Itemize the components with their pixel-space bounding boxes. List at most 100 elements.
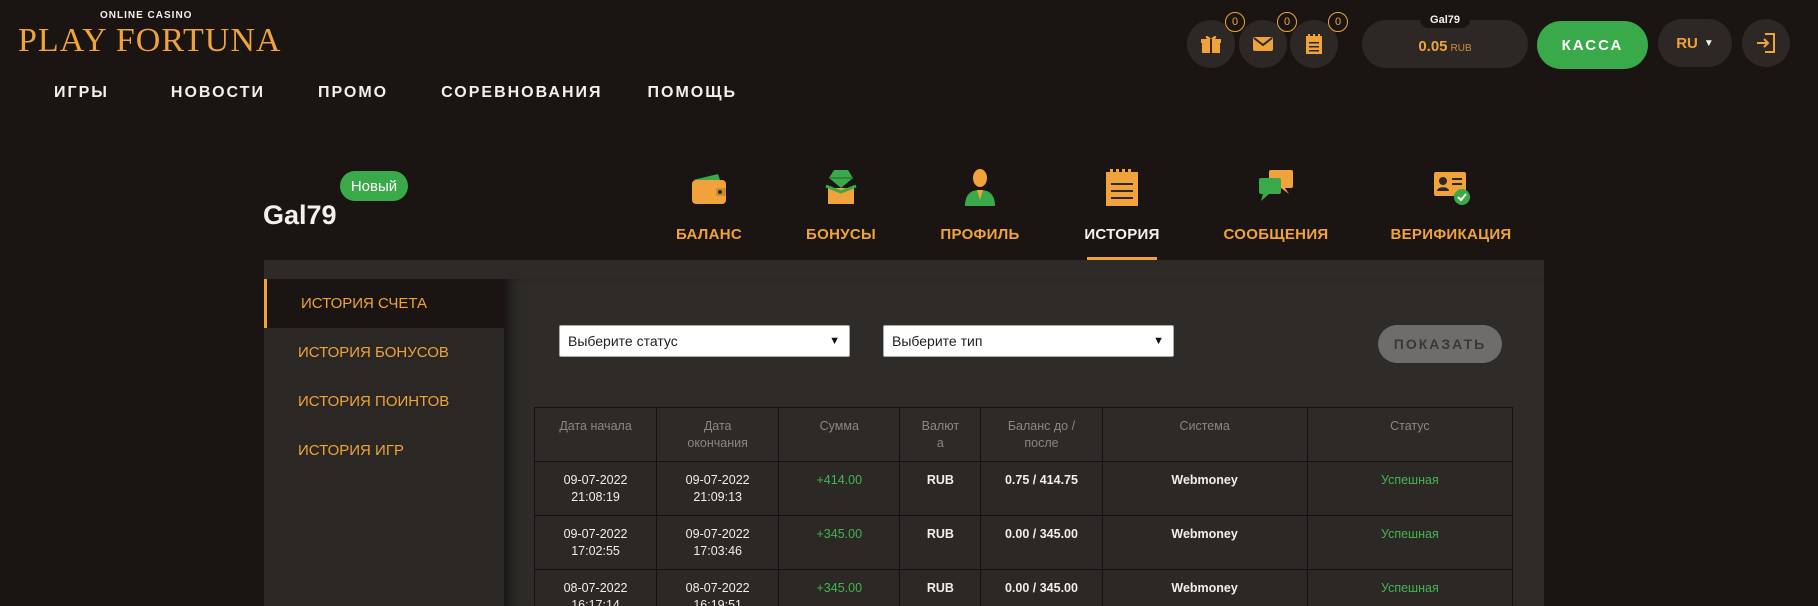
nav-item-competitions[interactable]: СОРЕВНОВАНИЯ <box>441 84 602 102</box>
table-row: 08-07-2022 16:17:14 08-07-2022 16:19:51 … <box>533 569 1514 606</box>
cell-end-date-value: 09-07-2022 17:03:46 <box>685 527 750 558</box>
logout-button[interactable] <box>1742 19 1790 67</box>
nav-item-news[interactable]: НОВОСТИ <box>171 84 265 102</box>
cell-start-date: 09-07-2022 21:08:19 <box>533 461 658 516</box>
wallet-icon <box>692 174 726 204</box>
balance-value: 0.05 <box>1418 38 1448 55</box>
type-select[interactable]: Выберите тип ▼ <box>883 325 1174 357</box>
tab-balance-label: БАЛАНС <box>675 226 743 243</box>
envelope-icon <box>1253 37 1273 51</box>
table-row: 09-07-2022 17:02:55 09-07-2022 17:03:46 … <box>533 515 1514 570</box>
language-value: RU <box>1676 34 1698 52</box>
cell-end-date: 08-07-2022 16:19:51 <box>656 569 780 606</box>
type-select-value: Выберите тип <box>892 333 983 349</box>
col-currency-label: Валюта <box>921 419 960 450</box>
nav-item-help[interactable]: ПОМОЩЬ <box>648 84 738 102</box>
profile-username: Gal79 <box>263 200 337 230</box>
tab-balance[interactable]: БАЛАНС <box>675 166 743 260</box>
col-end-date: Дата окончания <box>656 407 780 462</box>
cell-status: Успешная <box>1306 515 1514 570</box>
cell-currency: RUB <box>899 515 982 570</box>
tab-history-label: ИСТОРИЯ <box>1084 226 1160 243</box>
tab-verification[interactable]: ВЕРИФИКАЦИЯ <box>1391 166 1511 260</box>
col-amount: Сумма <box>778 407 901 462</box>
cell-start-date-value: 08-07-2022 16:17:14 <box>563 581 628 606</box>
tab-bonuses-label: БОНУСЫ <box>806 226 876 243</box>
table-header-row: Дата начала Дата окончания Сумма Валюта … <box>533 407 1514 462</box>
col-currency: Валюта <box>899 407 982 462</box>
sidebar-item-games-history[interactable]: ИСТОРИЯ ИГР <box>264 426 504 475</box>
balance-amount: 0.05 RUB <box>1362 38 1528 55</box>
history-content: ИСТОРИЯ СЧЕТА ИСТОРИЯ БОНУСОВ ИСТОРИЯ ПО… <box>264 260 1544 606</box>
history-sidebar: ИСТОРИЯ СЧЕТА ИСТОРИЯ БОНУСОВ ИСТОРИЯ ПО… <box>264 279 504 606</box>
col-balance: Баланс до / после <box>980 407 1103 462</box>
balance-username: Gal79 <box>1420 12 1470 28</box>
tab-messages[interactable]: СООБЩЕНИЯ <box>1224 166 1328 260</box>
tab-messages-label: СООБЩЕНИЯ <box>1223 226 1329 243</box>
cell-system: Webmoney <box>1101 569 1308 606</box>
cell-amount: +345.00 <box>778 569 901 606</box>
col-status: Статус <box>1306 407 1514 462</box>
tab-bonuses[interactable]: БОНУСЫ <box>806 166 876 260</box>
logout-icon <box>1757 33 1775 53</box>
nav-item-promo[interactable]: ПРОМО <box>318 84 388 102</box>
caret-down-icon: ▼ <box>1703 37 1714 49</box>
messages-button[interactable]: 0 <box>1239 12 1297 68</box>
dropdown-arrow-icon: ▼ <box>1153 335 1164 347</box>
cell-status: Успешная <box>1306 569 1514 606</box>
cell-amount: +345.00 <box>778 515 901 570</box>
cell-start-date-value: 09-07-2022 21:08:19 <box>563 473 628 504</box>
id-card-check-icon <box>1434 172 1470 205</box>
tab-profile-label: ПРОФИЛЬ <box>940 226 1020 243</box>
col-system: Система <box>1101 407 1308 462</box>
cell-balance: 0.75 / 414.75 <box>980 461 1103 516</box>
logo[interactable]: ONLINE CASINO PLAY FORTUNA <box>18 8 280 66</box>
user-icon <box>965 169 995 206</box>
notepad-icon <box>1306 34 1322 54</box>
status-badge: Новый <box>340 171 408 201</box>
sidebar-item-bonus-history[interactable]: ИСТОРИЯ БОНУСОВ <box>264 328 504 377</box>
nav-item-games[interactable]: ИГРЫ <box>54 84 109 102</box>
tasks-count-badge: 0 <box>1328 12 1348 32</box>
cell-currency: RUB <box>899 569 982 606</box>
kassa-button[interactable]: КАССА <box>1537 21 1648 69</box>
cell-amount: +414.00 <box>778 461 901 516</box>
cell-start-date: 09-07-2022 17:02:55 <box>533 515 658 570</box>
main-nav: ИГРЫ НОВОСТИ ПРОМО СОРЕВНОВАНИЯ ПОМОЩЬ <box>54 84 737 102</box>
col-balance-label: Баланс до / после <box>1007 419 1076 450</box>
history-panel: Выберите статус ▼ Выберите тип ▼ ПОКАЗАТ… <box>504 279 1544 606</box>
notepad-icon <box>1106 169 1138 206</box>
gift-box-icon <box>825 170 857 204</box>
col-end-date-label: Дата окончания <box>687 419 748 450</box>
sidebar-item-points-history[interactable]: ИСТОРИЯ ПОИНТОВ <box>264 377 504 426</box>
language-selector[interactable]: RU ▼ <box>1658 19 1732 67</box>
show-button[interactable]: ПОКАЗАТЬ <box>1378 325 1502 363</box>
cell-end-date: 09-07-2022 17:03:46 <box>656 515 780 570</box>
col-start-date: Дата начала <box>533 407 658 462</box>
dropdown-arrow-icon: ▼ <box>829 335 840 347</box>
gift-icon <box>1201 35 1221 53</box>
tab-history[interactable]: ИСТОРИЯ <box>1084 166 1160 260</box>
gifts-count-badge: 0 <box>1225 12 1245 32</box>
cell-balance: 0.00 / 345.00 <box>980 569 1103 606</box>
logo-subtitle: ONLINE CASINO <box>100 10 193 21</box>
cell-balance: 0.00 / 345.00 <box>980 515 1103 570</box>
sidebar-item-account-history[interactable]: ИСТОРИЯ СЧЕТА <box>264 279 504 328</box>
status-select-value: Выберите статус <box>568 333 678 349</box>
chat-bubbles-icon <box>1259 170 1293 201</box>
balance-widget[interactable]: Gal79 0.05 RUB <box>1362 12 1528 68</box>
gifts-button[interactable]: 0 <box>1187 12 1245 68</box>
status-select[interactable]: Выберите статус ▼ <box>559 325 850 357</box>
tab-verification-label: ВЕРИФИКАЦИЯ <box>1390 226 1512 243</box>
tab-profile[interactable]: ПРОФИЛЬ <box>940 166 1020 260</box>
cell-currency: RUB <box>899 461 982 516</box>
cell-status: Успешная <box>1306 461 1514 516</box>
cell-end-date-value: 09-07-2022 21:09:13 <box>685 473 750 504</box>
cell-end-date-value: 08-07-2022 16:19:51 <box>685 581 750 606</box>
table-row: 09-07-2022 21:08:19 09-07-2022 21:09:13 … <box>533 461 1514 516</box>
cell-end-date: 09-07-2022 21:09:13 <box>656 461 780 516</box>
cell-system: Webmoney <box>1101 515 1308 570</box>
tasks-button[interactable]: 0 <box>1290 12 1348 68</box>
history-table: Дата начала Дата окончания Сумма Валюта … <box>533 407 1514 606</box>
cell-start-date: 08-07-2022 16:17:14 <box>533 569 658 606</box>
